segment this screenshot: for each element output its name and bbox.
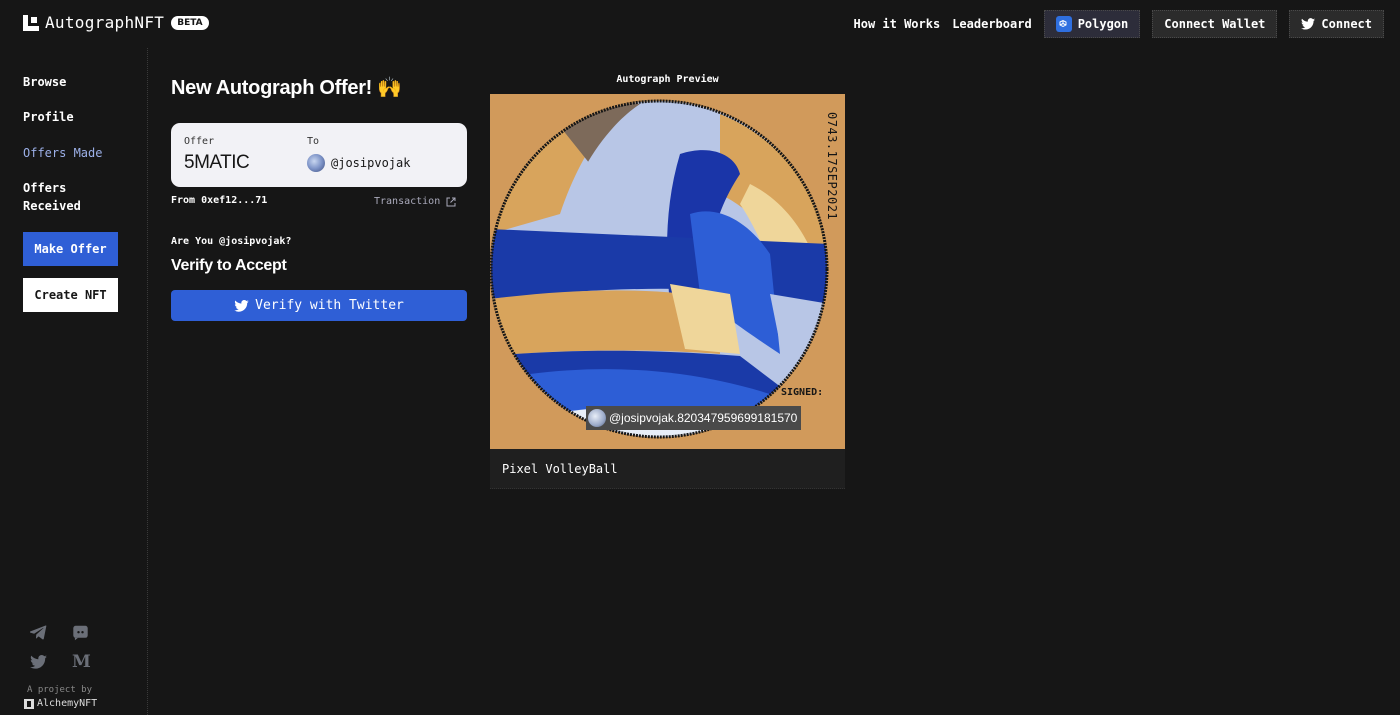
polygon-icon [1055, 16, 1072, 32]
signed-label: SIGNED: [781, 387, 824, 398]
nav-leaderboard[interactable]: Leaderboard [952, 17, 1031, 31]
beta-badge: BETA [171, 15, 209, 30]
sidebar-item-profile[interactable]: Profile [23, 108, 74, 126]
preview-heading: Autograph Preview [616, 74, 719, 85]
offer-label: Offer [184, 136, 215, 147]
signature: @josipvojak.820347959699181570 [586, 406, 802, 430]
recipient[interactable]: @josipvojak [307, 154, 410, 172]
date-stamp: 0743.17SEP2021 [825, 112, 839, 221]
signature-avatar [588, 409, 606, 427]
sidebar-item-browse[interactable]: Browse [23, 73, 66, 91]
autograph-preview-image: 0743.17SEP2021 SIGNED: @josipvojak.82034… [490, 94, 845, 449]
nav-how-it-works[interactable]: How it Works [854, 17, 941, 31]
connect-twitter-button[interactable]: Connect [1289, 10, 1384, 38]
network-label: Polygon [1077, 17, 1129, 31]
sidebar-item-offers-made[interactable]: Offers Made [23, 144, 102, 162]
alchemy-label: AlchemyNFT [37, 698, 98, 709]
alchemy-logo-icon [24, 698, 34, 709]
sidebar-item-offers-received[interactable]: Offers Received [23, 179, 81, 215]
create-nft-button[interactable]: Create NFT [23, 278, 118, 312]
logo-mark-icon [23, 14, 39, 31]
discord-icon[interactable] [72, 625, 89, 645]
are-you-label: Are You @josipvojak? [171, 236, 292, 247]
external-link-icon [446, 197, 456, 207]
connect-wallet-label: Connect Wallet [1164, 17, 1266, 31]
logo-text: AutographNFT [45, 13, 165, 32]
transaction-label: Transaction [374, 196, 441, 207]
recipient-handle: @josipvojak [331, 156, 411, 170]
twitter-icon [1301, 18, 1316, 30]
page-title: New Autograph Offer! 🙌 [171, 77, 402, 99]
verify-button-label: Verify with Twitter [255, 298, 404, 313]
logo[interactable]: AutographNFT BETA [23, 13, 209, 32]
sidebar-divider [147, 48, 148, 715]
medium-icon[interactable]: M [72, 652, 91, 672]
offer-amount: 5MATIC [184, 152, 250, 173]
top-header: AutographNFT BETA How it Works Leaderboa… [0, 0, 1400, 48]
verify-heading: Verify to Accept [171, 257, 287, 274]
project-by-label: A project by [27, 685, 93, 695]
transaction-link[interactable]: Transaction [374, 196, 456, 207]
to-label: To [307, 136, 320, 147]
top-nav: How it Works Leaderboard Polygon Connect… [842, 10, 1384, 38]
preview-caption: Pixel VolleyBall [490, 449, 845, 489]
verify-with-twitter-button[interactable]: Verify with Twitter [171, 290, 467, 321]
from-address: From 0xef12...71 [171, 195, 268, 206]
alchemy-link[interactable]: AlchemyNFT [24, 698, 97, 709]
offer-card: Offer 5MATIC To @josipvojak [171, 123, 467, 187]
twitter-icon [234, 299, 249, 312]
avatar [307, 154, 325, 172]
telegram-icon[interactable] [29, 625, 47, 644]
signature-text: @josipvojak.820347959699181570 [609, 411, 798, 425]
twitter-icon[interactable] [30, 654, 47, 673]
make-offer-button[interactable]: Make Offer [23, 232, 118, 266]
network-button[interactable]: Polygon [1043, 10, 1141, 38]
connect-twitter-label: Connect [1321, 17, 1372, 31]
connect-wallet-button[interactable]: Connect Wallet [1152, 10, 1278, 38]
